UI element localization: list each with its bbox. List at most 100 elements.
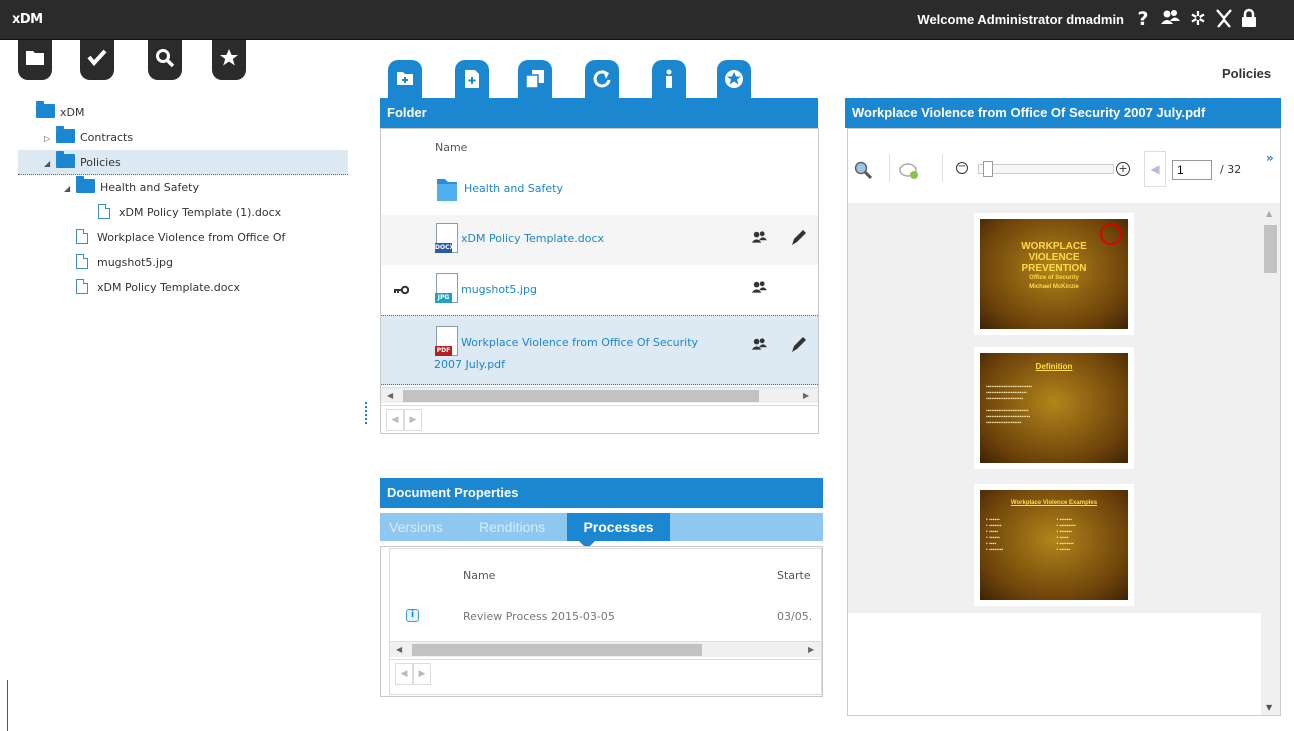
- favorite-button[interactable]: [717, 60, 751, 98]
- panel-splitter[interactable]: [365, 402, 368, 424]
- page-thumbnails: WORKPLACE VIOLENCE PREVENTION Office of …: [848, 203, 1261, 613]
- prev-page-button[interactable]: ◀: [395, 663, 413, 685]
- folder-icon: [36, 101, 55, 118]
- app-window: xDM Welcome Administrator dmadmin ? ✲ xD…: [0, 0, 1294, 731]
- next-page-button[interactable]: ▶: [404, 409, 422, 431]
- file-row[interactable]: JPG mugshot5.jpg: [381, 265, 818, 315]
- folder-tree: xDM ▷ Contracts ◢ Policies ◢ Health and Safety…: [18, 100, 348, 300]
- tree-item-label: xDM Policy Template (1).docx: [119, 206, 282, 219]
- file-name[interactable]: xDM Policy Template.docx: [461, 232, 604, 245]
- tab-versions[interactable]: Versions: [389, 513, 443, 541]
- tree-item-label: Policies: [80, 156, 121, 169]
- magnify-icon[interactable]: [854, 161, 873, 182]
- docx-file-icon: DOCX: [435, 223, 458, 253]
- page-thumbnail-1[interactable]: WORKPLACE VIOLENCE PREVENTION Office of …: [974, 213, 1134, 335]
- zoom-slider[interactable]: [978, 161, 1114, 177]
- info-icon[interactable]: i: [406, 609, 419, 622]
- gear-icon[interactable]: ✲: [1186, 8, 1210, 30]
- app-logo: xDM: [12, 12, 43, 27]
- new-document-button[interactable]: [455, 60, 489, 98]
- top-bar: xDM Welcome Administrator dmadmin ? ✲: [0, 0, 1294, 40]
- tab-tasks[interactable]: [80, 40, 114, 80]
- file-name[interactable]: Health and Safety: [464, 182, 563, 195]
- tree-item[interactable]: ◢ Policies: [18, 150, 348, 175]
- tree-item[interactable]: xDM Policy Template.docx: [18, 275, 348, 300]
- document-icon: [76, 254, 88, 269]
- document-icon: [98, 204, 110, 219]
- next-page-button[interactable]: »: [1266, 151, 1274, 165]
- tab-search[interactable]: [148, 40, 182, 80]
- file-row[interactable]: DOCX xDM Policy Template.docx: [381, 215, 818, 265]
- zoom-in-button[interactable]: +: [1116, 162, 1130, 176]
- tree-expander-icon[interactable]: ◢: [44, 151, 56, 176]
- folder-panel: Name Health and Safety DOCX xDM Policy T…: [380, 128, 819, 434]
- accessibility-icon[interactable]: [1212, 8, 1236, 30]
- tree-item-label: Health and Safety: [100, 181, 199, 194]
- page-number-input[interactable]: [1172, 160, 1212, 180]
- tree-item[interactable]: ◢ Health and Safety: [18, 175, 348, 200]
- file-row[interactable]: Health and Safety: [381, 165, 818, 215]
- lock-icon[interactable]: [1237, 8, 1261, 30]
- permissions-icon[interactable]: [751, 279, 767, 299]
- tree-item[interactable]: xDM: [18, 100, 348, 125]
- page-total: / 32: [1220, 163, 1242, 176]
- permissions-icon[interactable]: [751, 336, 767, 356]
- horizontal-scrollbar[interactable]: ◀ ▶: [390, 641, 821, 657]
- tree-item-label: Workplace Violence from Office Of: [97, 231, 286, 244]
- tab-processes[interactable]: Processes: [567, 513, 670, 541]
- next-page-button[interactable]: ▶: [413, 663, 431, 685]
- vertical-scrollbar[interactable]: ▲ ▼: [1261, 203, 1280, 715]
- file-row-selected[interactable]: PDF Workplace Violence from Office Of Se…: [381, 315, 818, 385]
- permissions-icon[interactable]: [751, 229, 767, 249]
- help-icon[interactable]: ?: [1131, 8, 1155, 30]
- prev-page-button[interactable]: ◀: [386, 409, 404, 431]
- tree-item-label: xDM: [60, 106, 85, 119]
- edit-icon[interactable]: [791, 335, 807, 357]
- users-icon[interactable]: [1158, 8, 1182, 30]
- tree-expander-icon[interactable]: ▷: [44, 126, 56, 151]
- tree-expander-icon[interactable]: ◢: [64, 176, 76, 201]
- column-header-started[interactable]: Starte: [777, 569, 811, 582]
- process-started: 03/05.: [777, 610, 813, 623]
- zoom-out-button[interactable]: −: [956, 162, 968, 174]
- tree-item-label: xDM Policy Template.docx: [97, 281, 241, 294]
- refresh-button[interactable]: [585, 60, 619, 98]
- folder-panel-header: Folder: [380, 98, 818, 128]
- pager: ◀ ▶: [381, 405, 818, 433]
- horizontal-scrollbar[interactable]: ◀ ▶: [381, 387, 818, 403]
- jpg-file-icon: JPG: [435, 273, 458, 303]
- file-name[interactable]: mugshot5.jpg: [461, 283, 537, 296]
- page-thumbnail-2[interactable]: Definition ▪▪▪▪▪▪▪▪▪▪▪▪▪▪▪▪▪▪▪▪▪▪▪▪▪▪ ▪▪▪…: [974, 347, 1134, 469]
- prev-page-button[interactable]: ◀: [1144, 151, 1166, 187]
- edit-icon[interactable]: [791, 228, 807, 250]
- doc-props-header: Document Properties: [380, 478, 823, 508]
- viewer-toolbar: − + ◀ / 32 »: [848, 129, 1280, 203]
- copy-button[interactable]: [518, 60, 552, 98]
- tree-item[interactable]: xDM Policy Template (1).docx: [18, 200, 348, 225]
- viewer-header: Workplace Violence from Office Of Securi…: [845, 98, 1281, 128]
- process-row[interactable]: i Review Process 2015-03-05 03/05.: [390, 599, 821, 635]
- tab-renditions[interactable]: Renditions: [479, 513, 545, 541]
- welcome-text: Welcome Administrator dmadmin: [917, 12, 1124, 27]
- tab-favorites[interactable]: [212, 40, 246, 80]
- folder-icon: [435, 175, 459, 201]
- column-header-name[interactable]: Name: [435, 141, 467, 154]
- tab-folders[interactable]: [18, 40, 52, 80]
- comment-icon[interactable]: [899, 162, 919, 183]
- window-edge: [7, 680, 8, 731]
- folder-icon: [76, 176, 95, 193]
- file-name[interactable]: Workplace Violence from Office Of Securi…: [434, 332, 724, 376]
- page-thumbnail-3[interactable]: Workplace Violence Examples • ▪▪▪▪▪▪ • ▪▪…: [974, 484, 1134, 606]
- tree-item-label: mugshot5.jpg: [97, 256, 173, 269]
- tree-item[interactable]: Workplace Violence from Office Of: [18, 225, 348, 250]
- doc-props-panel: Name Starte i Review Process 2015-03-05 …: [380, 546, 823, 697]
- process-name: Review Process 2015-03-05: [463, 610, 615, 623]
- document-viewer: − + ◀ / 32 » WORKPLACE VIOLENCE PREVENTI…: [847, 128, 1281, 716]
- new-folder-button[interactable]: [388, 60, 422, 98]
- info-button[interactable]: [652, 60, 686, 98]
- tree-item[interactable]: mugshot5.jpg: [18, 250, 348, 275]
- page-title: Policies: [1222, 66, 1272, 81]
- column-header-name[interactable]: Name: [463, 569, 495, 582]
- tree-item[interactable]: ▷ Contracts: [18, 125, 348, 150]
- tree-item-label: Contracts: [80, 131, 134, 144]
